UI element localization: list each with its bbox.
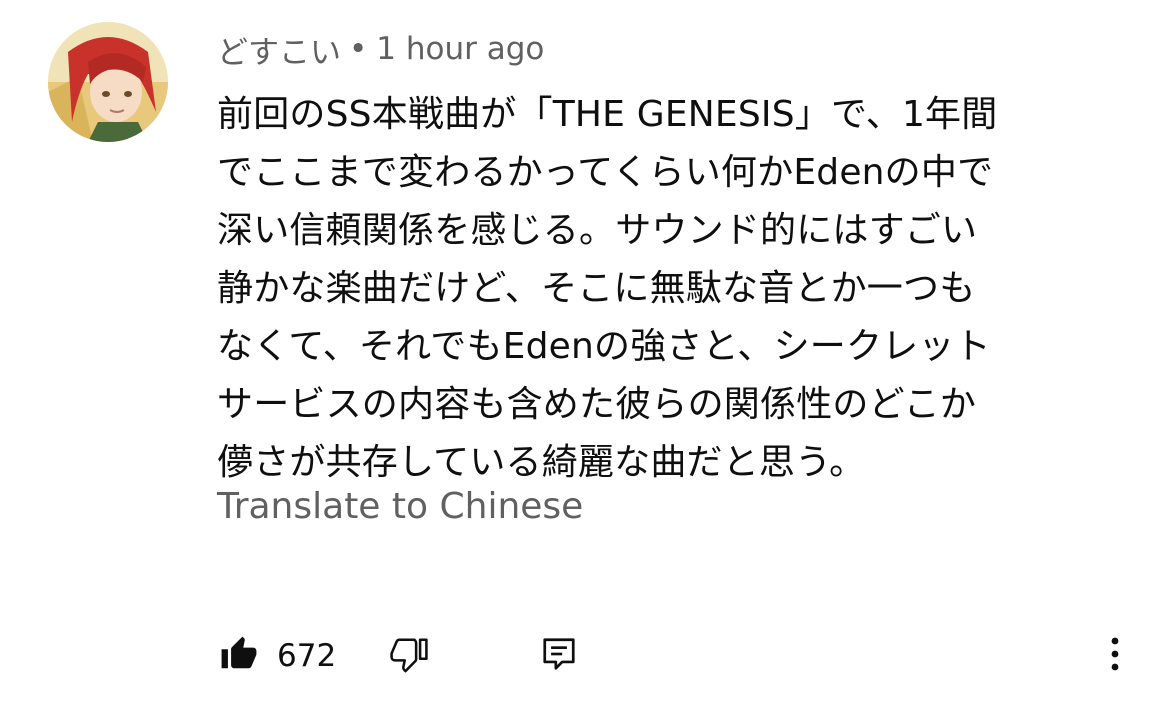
meta-separator: • bbox=[349, 31, 368, 67]
like-count: 672 bbox=[277, 638, 337, 674]
comment-line: 深い信頼関係を感じる。サウンド的にはすごい bbox=[217, 210, 978, 251]
more-vertical-icon bbox=[1109, 634, 1121, 678]
like-button[interactable] bbox=[217, 634, 261, 678]
dislike-button[interactable] bbox=[387, 634, 431, 678]
comment-actions: 672 bbox=[217, 628, 1157, 684]
comment-text: 前回のSS本戦曲が「THE GENESIS」で、1年間 でここまで変わるかってく… bbox=[217, 86, 1117, 492]
avatar[interactable] bbox=[48, 22, 168, 142]
thumbs-down-icon bbox=[389, 635, 429, 677]
comment-line: 静かな楽曲だけど、そこに無駄な音とか一つも bbox=[217, 268, 976, 309]
author-name[interactable]: どすこい bbox=[217, 27, 341, 72]
reply-button[interactable] bbox=[537, 634, 581, 678]
comment-line: サービスの内容も含めた彼らの関係性のどこか bbox=[217, 384, 977, 425]
timestamp: 1 hour ago bbox=[376, 31, 545, 67]
comment-line: 前回のSS本戦曲が「THE GENESIS」で、1年間 bbox=[217, 94, 998, 135]
more-options-button[interactable] bbox=[1093, 634, 1137, 678]
comment-line: なくて、それでもEdenの強さと、シークレット bbox=[217, 326, 991, 367]
translate-link[interactable]: Translate to Chinese bbox=[217, 486, 583, 527]
comment-meta: どすこい • 1 hour ago bbox=[217, 26, 544, 72]
comment-line: 儚さが共存している綺麗な曲だと思う。 bbox=[217, 442, 866, 483]
thumbs-up-icon bbox=[219, 635, 259, 677]
comment-line: でここまで変わるかってくらい何かEdenの中で bbox=[217, 152, 994, 193]
reply-comment-icon bbox=[540, 634, 578, 678]
